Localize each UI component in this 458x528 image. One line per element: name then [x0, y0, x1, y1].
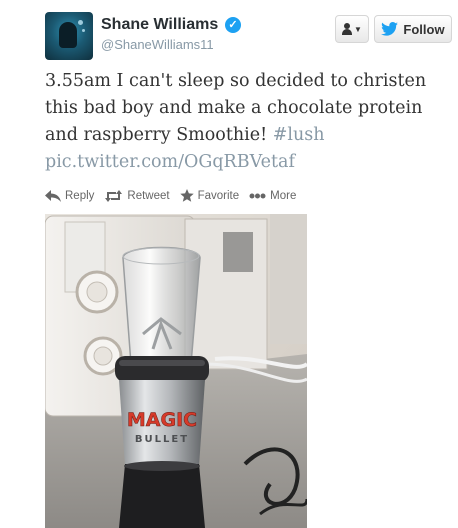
tweet-text: 3.55am I can't sleep so decided to chris… — [45, 68, 450, 176]
star-icon — [179, 189, 194, 202]
favorite-action[interactable]: Favorite — [179, 189, 240, 202]
more-dots-icon — [249, 193, 266, 198]
favorite-label: Favorite — [197, 189, 240, 202]
follow-button-label: Follow — [403, 21, 445, 37]
user-actions-dropdown-button[interactable]: ▼ — [335, 15, 369, 43]
tweet-body: 3.55am I can't sleep so decided to chris… — [45, 71, 427, 145]
reply-action[interactable]: Reply — [45, 189, 94, 202]
author-handle[interactable]: @ShaneWilliams11 — [101, 37, 214, 52]
reply-label: Reply — [65, 189, 95, 202]
retweet-icon — [105, 189, 123, 202]
chevron-down-icon: ▼ — [354, 24, 362, 34]
reply-icon — [45, 189, 61, 202]
blender-photo-illustration: MAGIC BULLET — [45, 214, 307, 528]
twitter-bird-icon — [381, 22, 399, 36]
retweet-action[interactable]: Retweet — [104, 189, 170, 202]
more-label: More — [270, 189, 297, 202]
person-icon — [342, 23, 353, 35]
avatar-bubble — [78, 20, 83, 25]
appliance-brand-text: MAGIC — [127, 409, 197, 431]
more-action[interactable]: More — [249, 189, 296, 202]
verified-badge-icon: ✓ — [225, 17, 241, 33]
follow-button[interactable]: Follow — [374, 15, 452, 43]
appliance-brand-subtext: BULLET — [135, 434, 189, 445]
author-name[interactable]: Shane Williams — [101, 16, 218, 34]
author-avatar[interactable] — [45, 12, 93, 60]
retweet-label: Retweet — [127, 189, 170, 202]
avatar-bubble — [82, 29, 85, 32]
tweet-actions: Reply Retweet Favorite More — [45, 189, 296, 202]
avatar-figure — [59, 22, 77, 48]
hashtag-link[interactable]: #lush — [273, 125, 325, 145]
tweet-photo[interactable]: MAGIC BULLET — [45, 214, 307, 528]
pic-link[interactable]: pic.twitter.com/OGqRBVetaf — [45, 152, 295, 172]
